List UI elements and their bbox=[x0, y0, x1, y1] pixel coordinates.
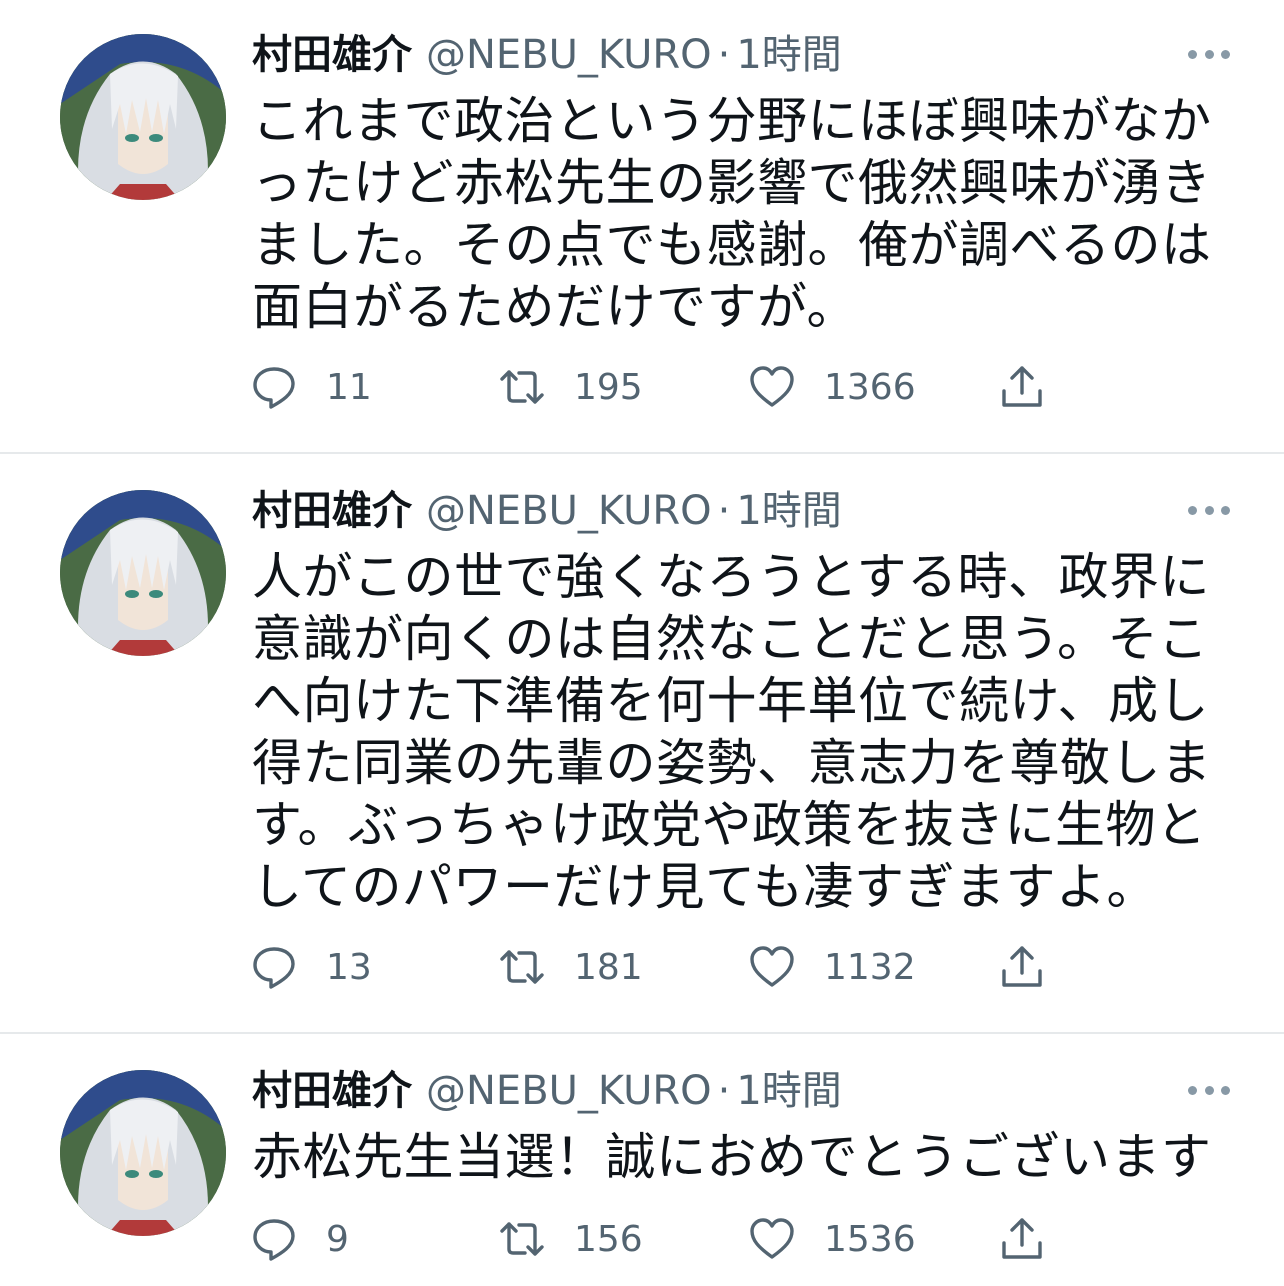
tweet[interactable]: 村田雄介 @NEBU_KURO · 1時間 赤松先生当選！誠におめでとうございます 9… bbox=[0, 1034, 1284, 1286]
retweet-button[interactable]: 156 bbox=[498, 1214, 643, 1264]
author-handle[interactable]: @NEBU_KURO bbox=[426, 488, 712, 534]
tweet-text: 赤松先生当選！誠におめでとうございます bbox=[252, 1128, 1212, 1186]
retweet-icon bbox=[500, 1222, 544, 1256]
share-button[interactable] bbox=[998, 362, 1046, 412]
share-button[interactable] bbox=[998, 1214, 1046, 1264]
tweet-header: 村田雄介 @NEBU_KURO · 1時間 bbox=[252, 1066, 842, 1116]
timestamp[interactable]: 1時間 bbox=[736, 488, 841, 534]
tweet-text: これまで政治という分野にほぼ興味がなかったけど赤松先生の影響で俄然興味が湧きまし… bbox=[252, 92, 1212, 336]
reply-icon bbox=[253, 367, 295, 409]
separator: · bbox=[717, 1068, 731, 1114]
author-handle[interactable]: @NEBU_KURO bbox=[426, 1068, 712, 1114]
avatar[interactable] bbox=[60, 34, 226, 200]
tweet[interactable]: 村田雄介 @NEBU_KURO · 1時間 人がこの世で強くなろうとする時、政界に意識… bbox=[0, 454, 1284, 1032]
avatar[interactable] bbox=[60, 490, 226, 656]
timestamp[interactable]: 1時間 bbox=[736, 1068, 841, 1114]
author-name[interactable]: 村田雄介 bbox=[252, 488, 412, 534]
like-count: 1536 bbox=[824, 1218, 916, 1260]
avatar-image bbox=[60, 34, 226, 200]
reply-icon bbox=[253, 1219, 295, 1261]
avatar-image bbox=[60, 1070, 226, 1236]
retweet-count: 181 bbox=[574, 946, 643, 988]
reply-count: 9 bbox=[326, 1218, 349, 1260]
like-button[interactable]: 1536 bbox=[748, 1214, 916, 1264]
author-handle[interactable]: @NEBU_KURO bbox=[426, 32, 712, 78]
retweet-icon bbox=[500, 950, 544, 984]
like-button[interactable]: 1366 bbox=[748, 362, 916, 412]
separator: · bbox=[717, 32, 731, 78]
timestamp[interactable]: 1時間 bbox=[736, 32, 841, 78]
heart-icon bbox=[750, 366, 794, 407]
more-icon[interactable] bbox=[1188, 1084, 1230, 1096]
tweet-header: 村田雄介 @NEBU_KURO · 1時間 bbox=[252, 30, 842, 80]
reply-count: 11 bbox=[326, 366, 372, 408]
author-name[interactable]: 村田雄介 bbox=[252, 32, 412, 78]
reply-button[interactable]: 9 bbox=[250, 1214, 349, 1264]
tweet-actions: 13 181 1132 bbox=[250, 942, 1070, 992]
share-button[interactable] bbox=[998, 942, 1046, 992]
retweet-button[interactable]: 195 bbox=[498, 362, 643, 412]
reply-button[interactable]: 13 bbox=[250, 942, 372, 992]
tweet-actions: 9 156 1536 bbox=[250, 1214, 1070, 1264]
author-name[interactable]: 村田雄介 bbox=[252, 1068, 412, 1114]
retweet-icon bbox=[500, 370, 544, 404]
share-icon bbox=[1002, 946, 1042, 987]
reply-button[interactable]: 11 bbox=[250, 362, 372, 412]
tweet[interactable]: 村田雄介 @NEBU_KURO · 1時間 これまで政治という分野にほぼ興味がなかった… bbox=[0, 0, 1284, 452]
reply-icon bbox=[253, 947, 295, 989]
like-count: 1366 bbox=[824, 366, 916, 408]
avatar-image bbox=[60, 490, 226, 656]
heart-icon bbox=[750, 1218, 794, 1259]
share-icon bbox=[1002, 366, 1042, 407]
tweet-text: 人がこの世で強くなろうとする時、政界に意識が向くのは自然なことだと思う。そこへ向… bbox=[252, 548, 1212, 916]
tweet-actions: 11 195 1366 bbox=[250, 362, 1070, 412]
retweet-count: 156 bbox=[574, 1218, 643, 1260]
more-icon[interactable] bbox=[1188, 504, 1230, 516]
more-icon[interactable] bbox=[1188, 48, 1230, 60]
avatar[interactable] bbox=[60, 1070, 226, 1236]
like-count: 1132 bbox=[824, 946, 916, 988]
retweet-count: 195 bbox=[574, 366, 643, 408]
heart-icon bbox=[750, 946, 794, 987]
share-icon bbox=[1002, 1218, 1042, 1259]
like-button[interactable]: 1132 bbox=[748, 942, 916, 992]
retweet-button[interactable]: 181 bbox=[498, 942, 643, 992]
tweet-header: 村田雄介 @NEBU_KURO · 1時間 bbox=[252, 486, 842, 536]
separator: · bbox=[717, 488, 731, 534]
reply-count: 13 bbox=[326, 946, 372, 988]
